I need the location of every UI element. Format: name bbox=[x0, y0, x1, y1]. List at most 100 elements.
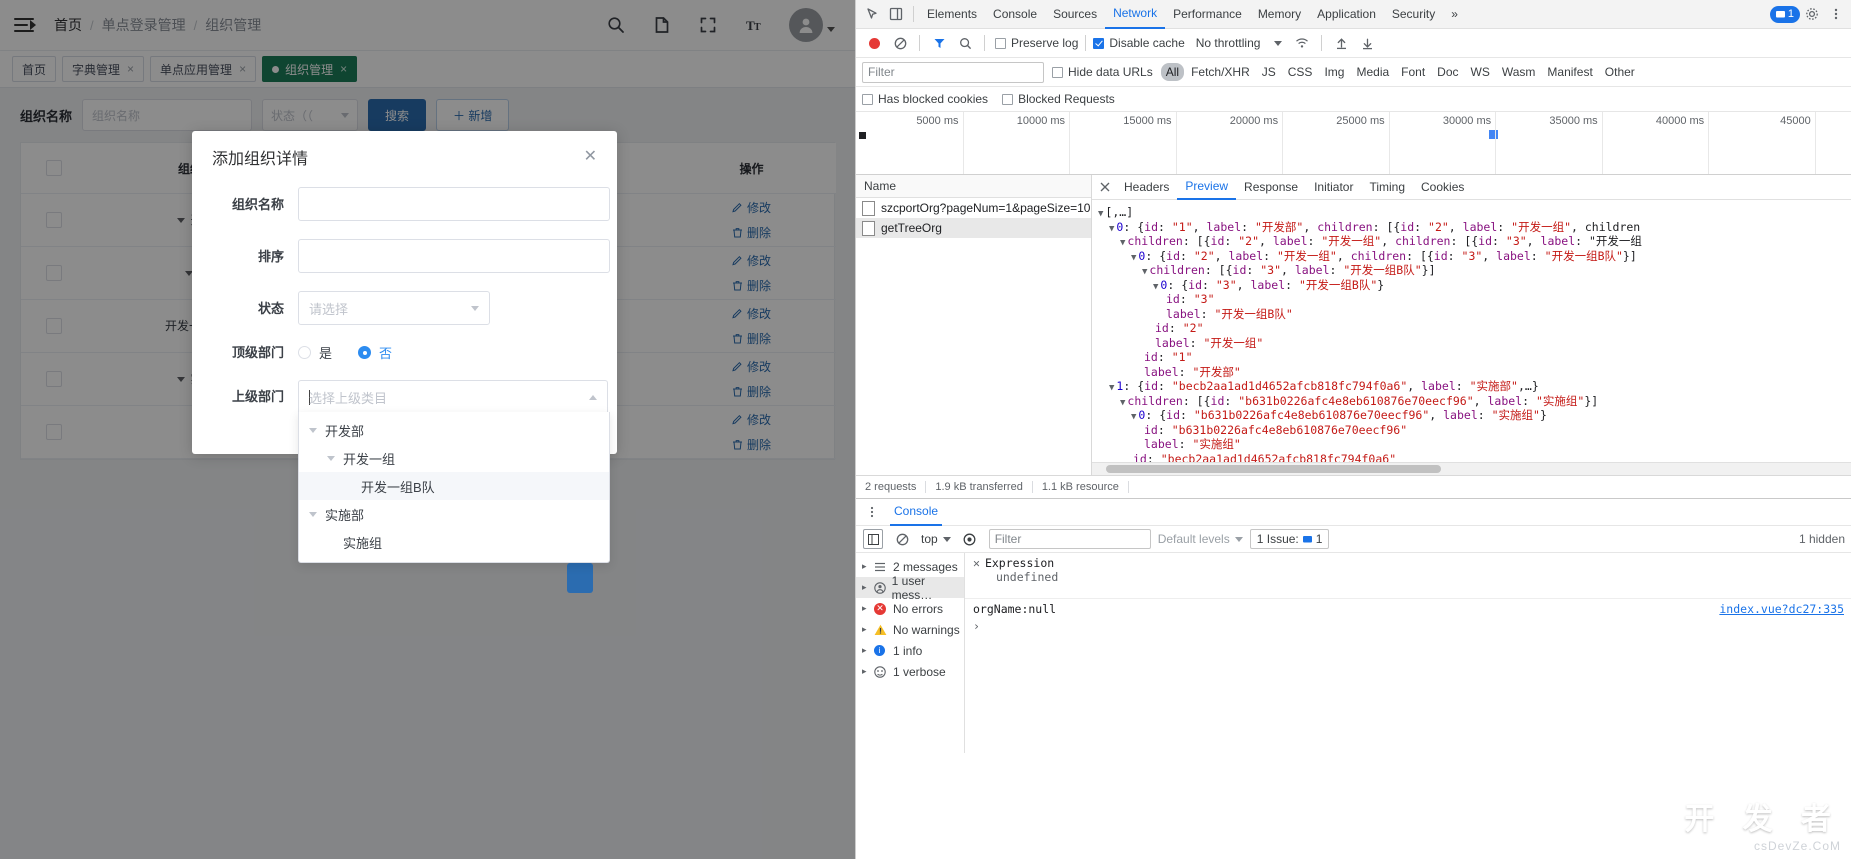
json-line[interactable]: label: "开发一组" bbox=[1098, 336, 1848, 351]
top-dept-radio-yes[interactable]: 是 bbox=[298, 343, 332, 362]
devtools-tab-network[interactable]: Network bbox=[1105, 0, 1166, 29]
json-line[interactable]: ▼ 0: {id: "b631b0226afc4e8eb610876e70eecf… bbox=[1098, 408, 1848, 423]
json-line[interactable]: label: "开发部" bbox=[1098, 365, 1848, 380]
json-line[interactable]: ▼ children: [{id: "2", label: "开发一组", chi… bbox=[1098, 234, 1848, 249]
json-line[interactable]: label: "实施组" bbox=[1098, 437, 1848, 452]
devtools-tab-security[interactable]: Security bbox=[1384, 1, 1443, 28]
json-line[interactable]: id: "1" bbox=[1098, 350, 1848, 365]
status-select[interactable]: 请选择 bbox=[298, 291, 490, 325]
parent-dept-input[interactable]: 选择上级类目 bbox=[298, 380, 608, 414]
console-filter-input[interactable]: Filter bbox=[988, 529, 1151, 549]
row-checkbox[interactable] bbox=[46, 371, 62, 387]
doc-icon[interactable] bbox=[651, 14, 673, 36]
export-har-icon[interactable] bbox=[1355, 31, 1379, 55]
tab-home[interactable]: 首页 bbox=[12, 56, 57, 82]
clear-icon[interactable] bbox=[888, 31, 912, 55]
json-expand-arrow[interactable]: ▼ bbox=[1153, 282, 1158, 292]
delete-action[interactable]: 删除 bbox=[732, 381, 771, 403]
expand-arrow-icon[interactable]: ▸ bbox=[862, 666, 869, 677]
row-checkbox[interactable] bbox=[46, 318, 62, 334]
expand-arrow-icon[interactable]: ▸ bbox=[862, 561, 869, 572]
type-filter-font[interactable]: Font bbox=[1396, 63, 1430, 81]
org-name-filter-input[interactable]: 组织名称 bbox=[82, 99, 253, 131]
type-filter-js[interactable]: JS bbox=[1257, 63, 1281, 81]
json-expand-arrow[interactable]: ▼ bbox=[1120, 398, 1125, 408]
hide-data-urls-checkbox[interactable] bbox=[1052, 66, 1063, 78]
record-button[interactable] bbox=[862, 31, 886, 55]
json-line[interactable]: ▼ 1: {id: "becb2aa1ad1d4652afcb818fc794f0… bbox=[1098, 379, 1848, 394]
close-detail-icon[interactable] bbox=[1096, 178, 1114, 196]
type-filter-doc[interactable]: Doc bbox=[1432, 63, 1463, 81]
org-name-input[interactable] bbox=[298, 187, 610, 221]
tab-organization[interactable]: 组织管理 × bbox=[262, 56, 358, 82]
devtools-tab-console[interactable]: Console bbox=[985, 1, 1045, 28]
tab-close-icon[interactable]: × bbox=[127, 63, 134, 75]
console-context-select[interactable]: top bbox=[921, 532, 951, 546]
detail-tab-headers[interactable]: Headers bbox=[1116, 176, 1177, 199]
more-panels-button[interactable]: » bbox=[1443, 1, 1466, 28]
blocked-requests-toggle[interactable]: Blocked Requests bbox=[1002, 92, 1115, 106]
json-line[interactable]: id: "b631b0226afc4e8eb610876e70eecf96" bbox=[1098, 423, 1848, 438]
top-dept-radio-no[interactable]: 否 bbox=[358, 343, 392, 362]
edit-action[interactable]: 修改 bbox=[732, 303, 771, 325]
json-line[interactable]: id: "3" bbox=[1098, 292, 1848, 307]
json-line[interactable]: ▼ 0: {id: "1", label: "开发部", children: [{… bbox=[1098, 220, 1848, 235]
network-overview-timeline[interactable]: 5000 ms 10000 ms 15000 ms 20000 ms 25000 ms 3… bbox=[856, 112, 1851, 175]
tree-expand-icon[interactable] bbox=[327, 540, 335, 545]
tree-node[interactable]: 实施组 bbox=[299, 528, 609, 556]
detail-tab-preview[interactable]: Preview bbox=[1177, 175, 1237, 200]
expand-arrow-icon[interactable]: ▸ bbox=[862, 645, 869, 656]
type-filter-other[interactable]: Other bbox=[1600, 63, 1640, 81]
delete-action[interactable]: 删除 bbox=[732, 275, 771, 297]
drawer-more-icon[interactable] bbox=[864, 500, 880, 524]
more-options-icon[interactable] bbox=[1824, 2, 1848, 26]
tree-expand-icon[interactable] bbox=[309, 511, 317, 517]
delete-action[interactable]: 删除 bbox=[732, 222, 771, 244]
font-size-icon[interactable]: TT bbox=[743, 14, 765, 36]
console-sidebar-item[interactable]: ▸ 1 user mess… bbox=[856, 574, 964, 602]
add-button[interactable]: ＋ 新增 bbox=[436, 99, 510, 131]
order-input[interactable] bbox=[298, 239, 610, 273]
delete-action[interactable]: 删除 bbox=[732, 328, 771, 350]
network-conditions-icon[interactable] bbox=[1290, 31, 1314, 55]
type-filter-media[interactable]: Media bbox=[1351, 63, 1394, 81]
clear-console-icon[interactable] bbox=[890, 527, 914, 551]
tree-node[interactable]: 开发一组 bbox=[299, 444, 609, 472]
tab-console[interactable]: Console bbox=[890, 499, 943, 526]
row-checkbox[interactable] bbox=[46, 265, 62, 281]
throttling-select[interactable]: No throttling bbox=[1196, 36, 1283, 50]
tab-close-icon[interactable]: × bbox=[340, 63, 347, 75]
status-filter-select[interactable]: 状态（（ bbox=[262, 99, 359, 131]
edit-action[interactable]: 修改 bbox=[732, 356, 771, 378]
detail-tab-response[interactable]: Response bbox=[1236, 176, 1306, 199]
breadcrumb-home[interactable]: 首页 bbox=[54, 15, 82, 35]
preview-json-tree[interactable]: ▼ [,…] ▼ 0: {id: "1", label: "开发部", childre… bbox=[1092, 200, 1851, 462]
tree-expand-icon[interactable] bbox=[345, 484, 353, 489]
console-issues-button[interactable]: 1 Issue: 1 bbox=[1249, 529, 1330, 549]
devtools-tab-application[interactable]: Application bbox=[1309, 1, 1384, 28]
close-icon[interactable]: ✕ bbox=[584, 149, 597, 165]
confirm-button[interactable] bbox=[567, 563, 593, 593]
disable-cache-toggle[interactable]: Disable cache bbox=[1093, 36, 1185, 50]
devtools-tab-sources[interactable]: Sources bbox=[1045, 1, 1105, 28]
tree-expand-icon[interactable] bbox=[327, 455, 335, 461]
search-icon[interactable] bbox=[953, 31, 977, 55]
json-expand-arrow[interactable]: ▼ bbox=[1109, 224, 1114, 234]
detail-tab-cookies[interactable]: Cookies bbox=[1413, 176, 1472, 199]
type-filter-ws[interactable]: WS bbox=[1466, 63, 1495, 81]
edit-action[interactable]: 修改 bbox=[732, 197, 771, 219]
expand-arrow-icon[interactable]: ▸ bbox=[862, 582, 869, 593]
inspect-element-icon[interactable] bbox=[860, 2, 884, 26]
search-icon[interactable] bbox=[605, 14, 627, 36]
devtools-tab-elements[interactable]: Elements bbox=[919, 1, 985, 28]
type-filter-img[interactable]: Img bbox=[1319, 63, 1349, 81]
detail-tab-timing[interactable]: Timing bbox=[1361, 176, 1413, 199]
tab-close-icon[interactable]: × bbox=[239, 63, 246, 75]
type-filter-wasm[interactable]: Wasm bbox=[1497, 63, 1541, 81]
json-expand-arrow[interactable]: ▼ bbox=[1120, 238, 1125, 248]
tab-dictionary[interactable]: 字典管理 × bbox=[62, 56, 145, 82]
tree-node[interactable]: 开发一组B队 bbox=[299, 472, 609, 500]
blocked-requests-checkbox[interactable] bbox=[1002, 93, 1014, 105]
breadcrumb-item-2[interactable]: 组织管理 bbox=[205, 15, 261, 35]
user-menu[interactable] bbox=[789, 8, 835, 42]
